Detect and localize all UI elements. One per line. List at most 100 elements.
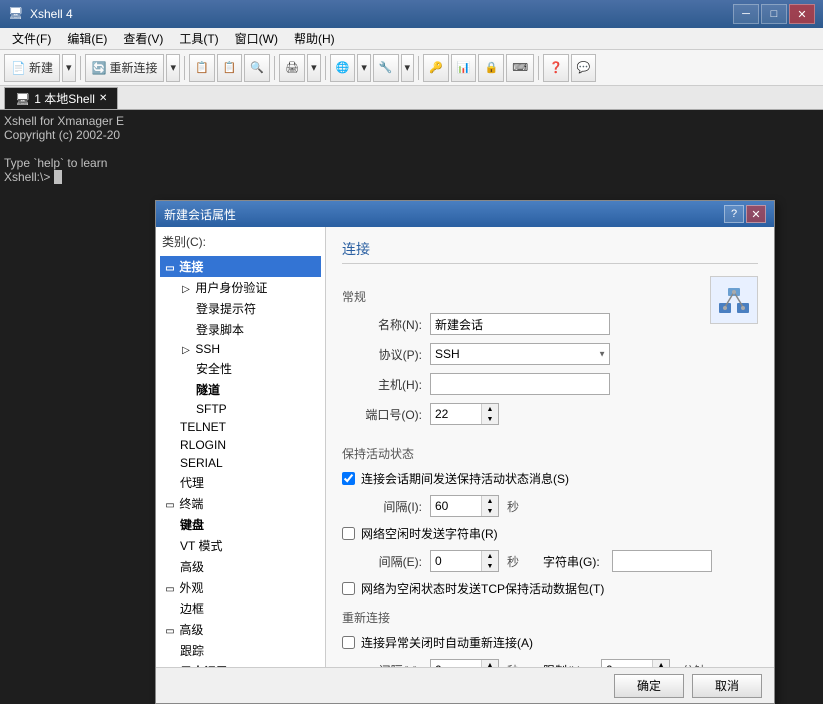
dialog-help-button[interactable]: ? <box>724 205 744 223</box>
tree-node-serial[interactable]: SERIAL <box>160 454 321 472</box>
tree-node-rlogin[interactable]: RLOGIN <box>160 436 321 454</box>
idle-interval-spin-up[interactable]: ▲ <box>482 551 498 561</box>
tree-node-tunnel[interactable]: 隧道 <box>160 379 321 400</box>
tree-node-security[interactable]: 安全性 <box>160 358 321 379</box>
send-msg-checkbox[interactable] <box>342 472 355 485</box>
tree-node-trace[interactable]: 跟踪 <box>160 640 321 661</box>
keepalive-interval-spin-down[interactable]: ▼ <box>482 506 498 516</box>
close-button[interactable]: ✕ <box>789 4 815 24</box>
idle-interval-input[interactable] <box>431 551 481 571</box>
port-input[interactable] <box>431 404 481 424</box>
tree-node-border[interactable]: 边框 <box>160 598 321 619</box>
tab-local-shell[interactable]: 🖥 1 本地Shell ✕ <box>4 87 118 109</box>
reconnect-limit-label: 限制(L): <box>543 662 585 668</box>
tab-bar: 🖥 1 本地Shell ✕ <box>0 86 823 110</box>
cancel-button[interactable]: 取消 <box>692 674 762 698</box>
maximize-button[interactable]: □ <box>761 4 787 24</box>
copy-button[interactable]: 📋 <box>189 54 215 82</box>
port-spin-up[interactable]: ▲ <box>482 404 498 414</box>
toolbar-sep-5 <box>418 56 419 80</box>
tree-node-login-script[interactable]: 登录脚本 <box>160 319 321 340</box>
node-label-rlogin: RLOGIN <box>180 438 226 452</box>
terminal-line-1: Xshell for Xmanager E <box>4 114 161 128</box>
tree-node-keyboard[interactable]: 键盘 <box>160 514 321 535</box>
new-button[interactable]: 📄 新建 <box>4 54 60 82</box>
send-idle-checkbox[interactable] <box>342 527 355 540</box>
paste-button[interactable]: 📋 <box>217 54 243 82</box>
subsection-general: 常规 <box>342 288 710 305</box>
tree-node-ssh[interactable]: ▷ SSH <box>160 340 321 358</box>
key-button[interactable]: 🔑 <box>423 54 449 82</box>
tree-node-sftp[interactable]: SFTP <box>160 400 321 418</box>
keyboard-button[interactable]: ⌨ <box>506 54 534 82</box>
send-idle-row: 网络空闲时发送字符串(R) <box>342 525 758 542</box>
node-label-tunnel: 隧道 <box>196 383 220 397</box>
tree-node-log[interactable]: 日志记录 <box>160 661 321 667</box>
menu-view[interactable]: 查看(V) <box>115 28 171 49</box>
find-button[interactable]: 🔍 <box>244 54 270 82</box>
toolbar-sep-6 <box>538 56 539 80</box>
print-dropdown[interactable]: ▾ <box>307 54 321 82</box>
new-dropdown[interactable]: ▾ <box>62 54 76 82</box>
send-tcp-row: 网络为空闲状态时发送TCP保持活动数据包(T) <box>342 580 758 597</box>
protocol-label: 协议(P): <box>342 346 422 363</box>
port-spin-down[interactable]: ▼ <box>482 414 498 424</box>
tree-node-vt-mode[interactable]: VT 模式 <box>160 535 321 556</box>
terminal[interactable]: Xshell for Xmanager E Copyright (c) 2002… <box>0 110 165 596</box>
auto-reconnect-checkbox[interactable] <box>342 636 355 649</box>
menu-edit[interactable]: 编辑(E) <box>59 28 115 49</box>
chart-button[interactable]: 📊 <box>451 54 477 82</box>
reconnect-limit-input[interactable] <box>602 660 652 667</box>
minimize-button[interactable]: ─ <box>733 4 759 24</box>
tree-node-proxy[interactable]: 代理 <box>160 472 321 493</box>
send-tcp-label: 网络为空闲状态时发送TCP保持活动数据包(T) <box>361 580 604 597</box>
section-title: 连接 <box>342 239 758 264</box>
host-input[interactable] <box>430 373 610 395</box>
dialog-close-button[interactable]: ✕ <box>746 205 766 223</box>
tree-node-login-prompt[interactable]: 登录提示符 <box>160 298 321 319</box>
menu-tools[interactable]: 工具(T) <box>171 28 226 49</box>
node-label-appearance: 外观 <box>179 581 203 595</box>
node-label-vt-mode: VT 模式 <box>180 539 222 553</box>
reconnect-interval-row: 间隔(V): ▲ ▼ 秒 限制(L): <box>342 659 758 667</box>
reconnect-dropdown[interactable]: ▾ <box>166 54 180 82</box>
reconnect-title: 重新连接 <box>342 609 758 626</box>
node-label-ssh: SSH <box>195 342 220 356</box>
menu-file[interactable]: 文件(F) <box>4 28 59 49</box>
keepalive-interval-input[interactable] <box>431 496 481 516</box>
chat-button[interactable]: 💬 <box>571 54 597 82</box>
print-button[interactable]: 🖨 <box>279 54 305 82</box>
reconnect-limit-spin-up[interactable]: ▲ <box>653 660 669 667</box>
tree-node-auth[interactable]: ▷ 用户身份验证 <box>160 277 321 298</box>
tree-node-appearance[interactable]: ▭ 外观 <box>160 577 321 598</box>
reconnect-interval-spin-up[interactable]: ▲ <box>482 660 498 667</box>
tab-close-button[interactable]: ✕ <box>99 93 107 104</box>
tree-node-connection[interactable]: ▭ 连接 <box>160 256 321 277</box>
idle-interval-spin-down[interactable]: ▼ <box>482 561 498 571</box>
send-tcp-checkbox[interactable] <box>342 582 355 595</box>
tree-node-advanced[interactable]: ▭ 高级 <box>160 619 321 640</box>
browser-dropdown[interactable]: ▾ <box>357 54 371 82</box>
menu-window[interactable]: 窗口(W) <box>227 28 286 49</box>
auto-reconnect-row: 连接异常关闭时自动重新连接(A) <box>342 634 758 651</box>
tree-node-telnet[interactable]: TELNET <box>160 418 321 436</box>
port-spin-buttons: ▲ ▼ <box>481 404 498 424</box>
menu-help[interactable]: 帮助(H) <box>286 28 343 49</box>
tree-node-terminal[interactable]: ▭ 终端 <box>160 493 321 514</box>
tree-node-terminal-advanced[interactable]: 高级 <box>160 556 321 577</box>
name-input[interactable] <box>430 313 610 335</box>
keepalive-interval-spin-up[interactable]: ▲ <box>482 496 498 506</box>
reconnect-interval-label: 间隔(V): <box>362 662 422 668</box>
browser-button[interactable]: 🌐 <box>330 54 356 82</box>
reconnect-button[interactable]: 🔄 重新连接 <box>85 54 165 82</box>
reconnect-interval-input[interactable] <box>431 660 481 667</box>
ok-button[interactable]: 确定 <box>614 674 684 698</box>
lock-button[interactable]: 🔒 <box>478 54 504 82</box>
protocol-select[interactable]: SSH Telnet Rlogin Serial SFTP <box>430 343 610 365</box>
title-bar: 🖥 Xshell 4 ─ □ ✕ <box>0 0 823 28</box>
help-button[interactable]: ❓ <box>543 54 569 82</box>
idle-interval-label: 间隔(E): <box>362 553 422 570</box>
settings-button[interactable]: 🔧 <box>373 54 399 82</box>
idle-string-input[interactable] <box>612 550 712 572</box>
settings-dropdown[interactable]: ▾ <box>401 54 415 82</box>
